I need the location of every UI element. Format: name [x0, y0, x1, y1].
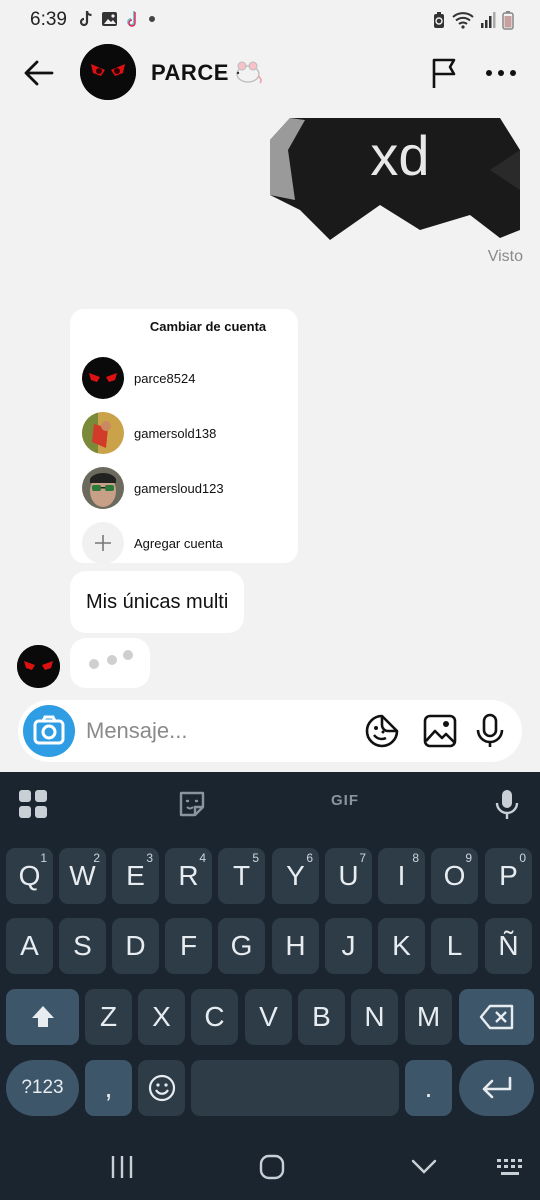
enter-icon — [482, 1076, 511, 1099]
key-k[interactable]: K — [378, 918, 425, 974]
typing-avatar — [17, 645, 60, 688]
voice-input-icon[interactable] — [491, 788, 523, 820]
contact-name[interactable]: PARCE — [151, 60, 229, 86]
space-key[interactable] — [191, 1060, 399, 1116]
avatar — [82, 467, 124, 509]
chat-header: PARCE — [0, 40, 540, 110]
key-n[interactable]: N — [351, 989, 398, 1045]
card-title: Cambiar de cuenta — [149, 319, 267, 334]
gallery-icon — [102, 12, 117, 26]
gallery-icon[interactable] — [422, 713, 458, 749]
tiktok-color-icon — [127, 11, 136, 27]
key-r[interactable]: R4 — [165, 848, 212, 904]
status-time: 6:39 — [30, 9, 67, 30]
report-flag-icon[interactable] — [428, 56, 462, 90]
key-s[interactable]: S — [59, 918, 106, 974]
key-o[interactable]: O9 — [431, 848, 478, 904]
battery-icon — [502, 11, 514, 30]
emoji-icon — [148, 1074, 175, 1102]
key-p[interactable]: P0 — [485, 848, 532, 904]
key-z[interactable]: Z — [85, 989, 132, 1045]
sticker-text: xd — [370, 124, 429, 187]
key-f[interactable]: F — [165, 918, 212, 974]
key-d[interactable]: D — [112, 918, 159, 974]
key-x[interactable]: X — [138, 989, 185, 1045]
sticker-message[interactable]: xd — [270, 110, 520, 240]
key-b[interactable]: B — [298, 989, 345, 1045]
backspace-key[interactable] — [459, 989, 534, 1045]
gif-button[interactable]: GIF — [331, 792, 359, 809]
key-l[interactable]: L — [431, 918, 478, 974]
tiktok-icon — [79, 10, 92, 27]
symbols-key[interactable]: ?123 — [6, 1060, 79, 1116]
recent-apps-icon[interactable] — [108, 1154, 136, 1180]
notification-dot-icon — [149, 16, 155, 22]
avatar — [82, 412, 124, 454]
account-username: gamersloud123 — [134, 480, 224, 496]
status-bar: 6:39 — [0, 0, 540, 40]
composer-area — [0, 700, 540, 772]
enter-key[interactable] — [459, 1060, 534, 1116]
message-text: Mis únicas multi — [86, 590, 229, 613]
add-account-row[interactable]: Agregar cuenta — [82, 522, 223, 564]
account-row[interactable]: parce8524 — [82, 357, 195, 399]
key-i[interactable]: I8 — [378, 848, 425, 904]
key-a[interactable]: A — [6, 918, 53, 974]
period-key[interactable]: . — [405, 1060, 452, 1116]
hide-keyboard-icon[interactable] — [410, 1156, 438, 1178]
mouse-emoji-icon — [236, 61, 262, 84]
back-arrow-icon[interactable] — [22, 56, 56, 90]
account-username: parce8524 — [134, 370, 196, 386]
key-u[interactable]: U7 — [325, 848, 372, 904]
key-e[interactable]: E3 — [112, 848, 159, 904]
avatar — [82, 357, 124, 399]
microphone-icon[interactable] — [472, 713, 508, 749]
add-account-icon — [82, 522, 124, 564]
camera-button[interactable] — [23, 705, 75, 757]
account-switcher-card[interactable]: Cambiar de cuenta parce8524 gamersold138… — [70, 309, 298, 564]
emoji-key[interactable] — [138, 1060, 185, 1116]
backspace-icon — [479, 1004, 513, 1030]
apps-grid-icon[interactable] — [17, 788, 49, 820]
key-g[interactable]: G — [218, 918, 265, 974]
contact-avatar[interactable] — [80, 44, 136, 100]
add-account-label: Agregar cuenta — [134, 535, 223, 551]
recycle-icon — [434, 12, 444, 28]
keyboard-toolbar: GIF — [0, 772, 540, 834]
key-y[interactable]: Y6 — [272, 848, 319, 904]
key-m[interactable]: M — [405, 989, 452, 1045]
key-w[interactable]: W2 — [59, 848, 106, 904]
typing-dots-icon — [89, 650, 133, 669]
sticker-icon[interactable] — [364, 713, 400, 749]
key-c[interactable]: C — [191, 989, 238, 1045]
incoming-message-bubble[interactable]: Mis únicas multi — [70, 571, 245, 633]
sticker-keyboard-icon[interactable] — [176, 788, 208, 820]
account-row[interactable]: gamersold138 — [82, 412, 216, 454]
shift-key[interactable] — [6, 989, 79, 1045]
key-t[interactable]: T5 — [218, 848, 265, 904]
shift-icon — [31, 1006, 54, 1027]
home-icon[interactable] — [258, 1154, 286, 1180]
wifi-icon — [452, 12, 474, 29]
key-v[interactable]: V — [245, 989, 292, 1045]
key-h[interactable]: H — [272, 918, 319, 974]
signal-icon — [481, 12, 496, 28]
keyboard-switch-icon[interactable] — [496, 1158, 524, 1178]
message-list[interactable]: xd Visto Cambiar de cuenta parce8524 gam… — [0, 110, 540, 700]
seen-status: Visto — [487, 248, 523, 265]
key-j[interactable]: J — [325, 918, 372, 974]
account-row[interactable]: gamersloud123 — [82, 467, 224, 509]
more-options-icon[interactable] — [484, 58, 518, 88]
key-n-tilde[interactable]: Ñ — [485, 918, 532, 974]
on-screen-keyboard: GIF Q1 W2 E3 R4 T5 Y6 U7 I8 O9 P0 A S D … — [0, 772, 540, 1200]
camera-icon — [33, 715, 65, 745]
key-q[interactable]: Q1 — [6, 848, 53, 904]
typing-indicator — [70, 638, 150, 688]
account-username: gamersold138 — [134, 425, 217, 441]
message-input[interactable] — [86, 718, 346, 744]
comma-key[interactable]: , — [85, 1060, 132, 1116]
message-composer — [18, 700, 522, 762]
